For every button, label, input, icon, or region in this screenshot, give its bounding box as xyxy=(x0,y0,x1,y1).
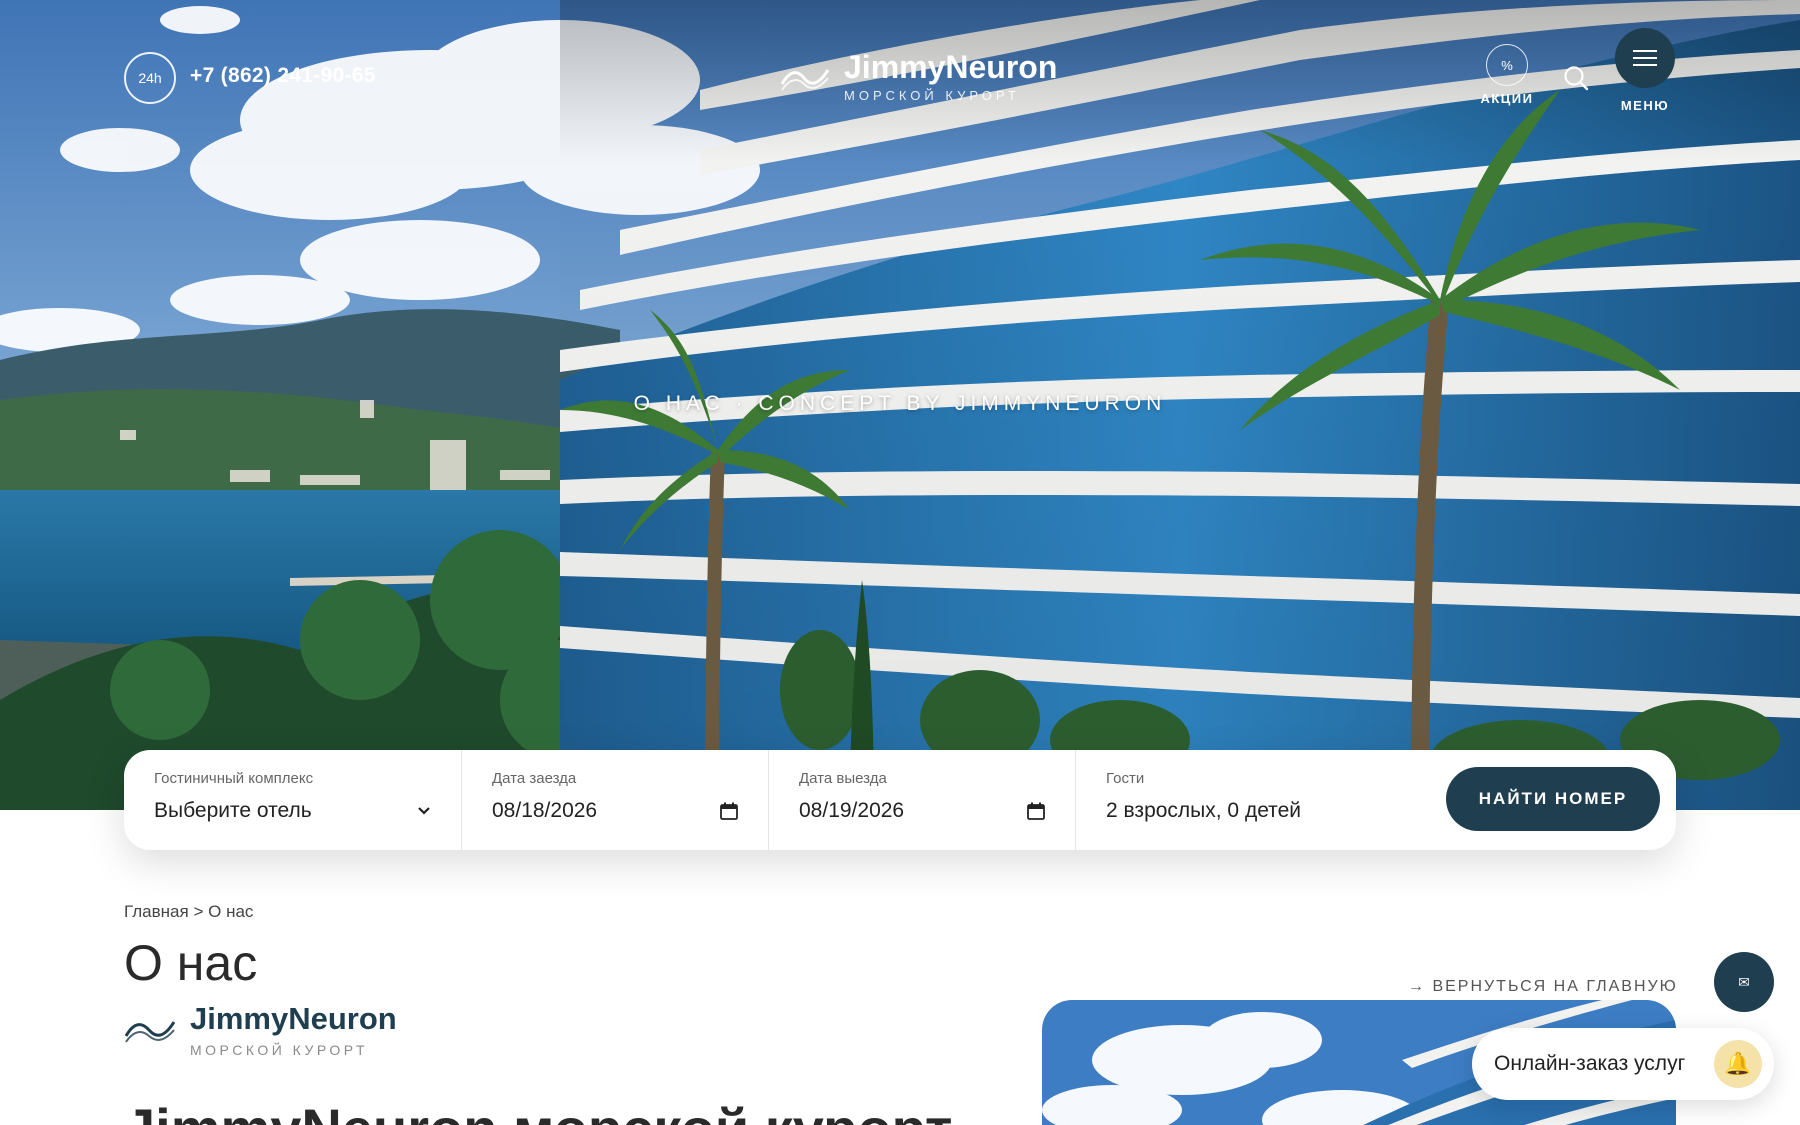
chevron-down-icon xyxy=(418,807,430,815)
bell-icon: 🔔 xyxy=(1714,1040,1762,1088)
24h-badge-label: 24h xyxy=(138,70,162,86)
online-order-button[interactable]: Онлайн-заказ услуг 🔔 xyxy=(1472,1028,1774,1100)
checkin-label: Дата заезда xyxy=(492,770,577,787)
calendar-icon[interactable] xyxy=(1027,802,1045,820)
page-title: О нас xyxy=(124,935,258,991)
checkout-value: 08/19/2026 xyxy=(799,799,905,822)
promo-link[interactable]: % АКЦИИ xyxy=(1474,44,1540,106)
content-brand-subtitle: МОРСКОЙ КУРОРТ xyxy=(190,1042,369,1058)
logo-wave-icon xyxy=(124,1021,176,1043)
checkout-date-field[interactable]: Дата выезда 08/19/2026 xyxy=(769,750,1076,850)
breadcrumb-separator: > xyxy=(193,902,204,921)
brand-name: JimmyNeuron xyxy=(844,49,1058,85)
breadcrumb-home[interactable]: Главная xyxy=(124,902,189,921)
menu-button[interactable]: МЕНЮ xyxy=(1614,28,1676,113)
hero-caption: О НАС · CONCEPT BY JIMMYNEURON xyxy=(633,392,1167,415)
promo-label: АКЦИИ xyxy=(1480,91,1534,106)
hamburger-icon xyxy=(1615,28,1675,88)
percent-symbol: % xyxy=(1501,57,1513,73)
search-icon xyxy=(1564,66,1589,91)
calendar-icon[interactable] xyxy=(720,802,738,820)
guests-value: 2 взрослых, 0 детей xyxy=(1106,799,1301,822)
find-room-button[interactable]: НАЙТИ НОМЕР xyxy=(1446,767,1660,831)
back-to-home-link[interactable]: → ВЕРНУТЬСЯ НА ГЛАВНУЮ xyxy=(1408,978,1678,996)
guests-label: Гости xyxy=(1106,770,1145,787)
search-button[interactable] xyxy=(1562,64,1590,92)
mail-icon: ✉ xyxy=(1738,973,1750,990)
hotel-select-label: Гостиничный комплекс xyxy=(154,770,314,787)
online-order-label: Онлайн-заказ услуг xyxy=(1494,1052,1686,1075)
content-brand-name: JimmyNeuron xyxy=(190,1001,397,1036)
breadcrumb-current: О нас xyxy=(208,902,254,921)
brand-subtitle: МОРСКОЙ КУРОРТ xyxy=(844,88,1020,103)
logo-wave-icon xyxy=(780,69,830,91)
article-heading: JimmyNeuron морской курорт xyxy=(124,1096,952,1125)
hotel-select-value: Выберите отель xyxy=(154,799,312,822)
checkin-date-field[interactable]: Дата заезда 08/18/2026 xyxy=(462,750,769,850)
guests-field[interactable]: Гости 2 взрослых, 0 детей xyxy=(1076,750,1406,850)
checkout-label: Дата выезда xyxy=(799,770,887,787)
bell-glyph: 🔔 xyxy=(1724,1051,1752,1076)
content-logo: JimmyNeuron МОРСКОЙ КУРОРТ xyxy=(124,1002,397,1058)
breadcrumb: Главная > О нас xyxy=(124,902,253,922)
24h-badge: 24h xyxy=(124,52,176,104)
header-logo[interactable]: JimmyNeuron МОРСКОЙ КУРОРТ xyxy=(780,50,1057,103)
booking-form: Гостиничный комплекс Выберите отель Дата… xyxy=(124,750,1676,850)
hotel-select[interactable]: Гостиничный комплекс Выберите отель xyxy=(124,750,462,850)
mail-button[interactable]: ✉ xyxy=(1714,952,1774,1012)
phone-link[interactable]: +7 (862) 241-90-65 xyxy=(190,64,376,88)
checkin-value: 08/18/2026 xyxy=(492,799,598,822)
menu-label: МЕНЮ xyxy=(1620,98,1670,113)
percent-icon: % xyxy=(1486,44,1528,86)
